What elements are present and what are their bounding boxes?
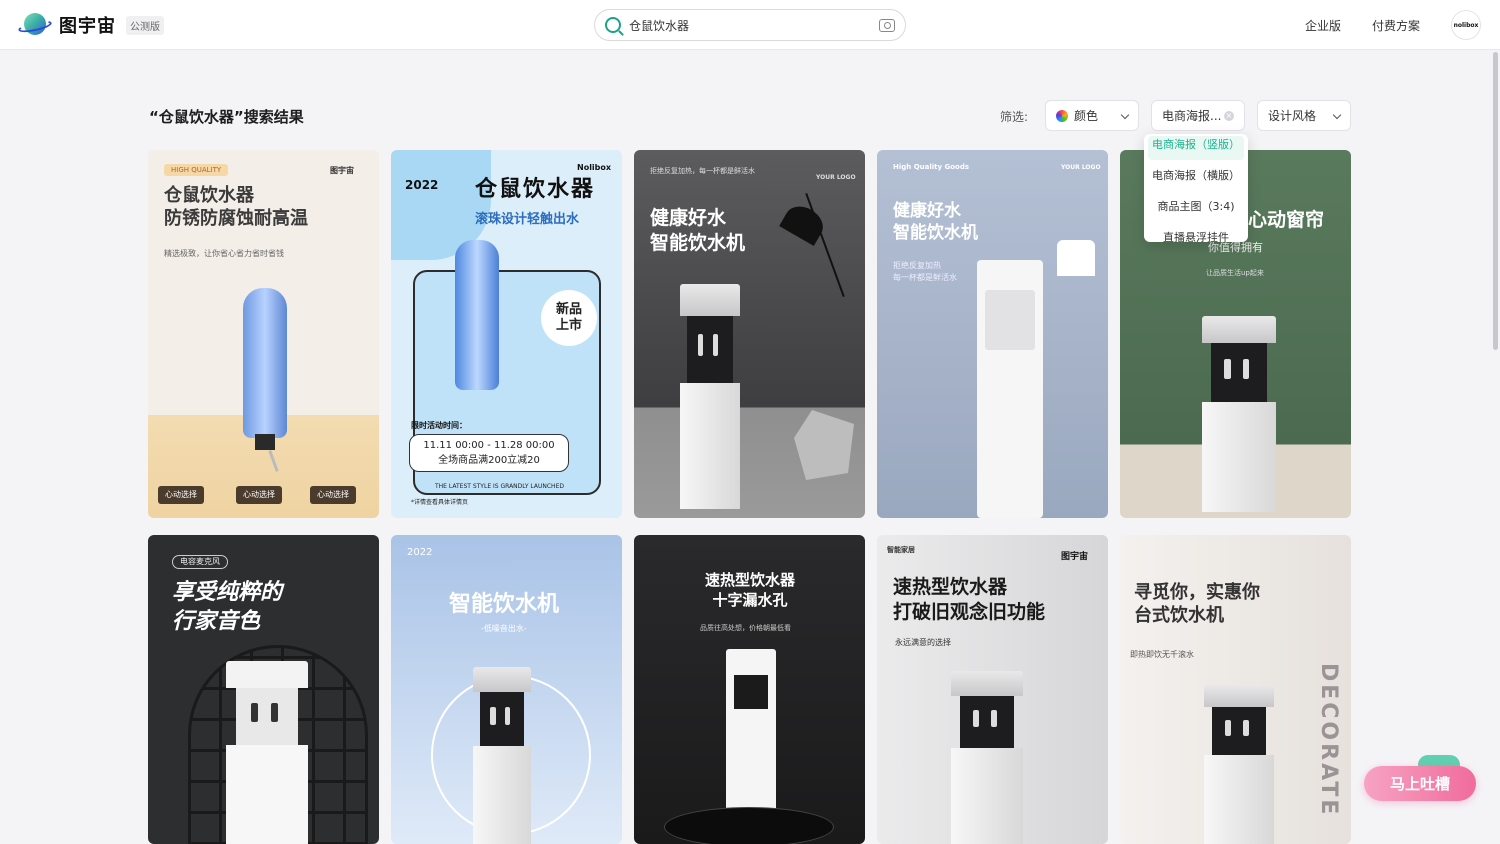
dropdown-option[interactable]: 电商海报（竖版） — [1148, 136, 1244, 160]
template-card[interactable]: 2022 智能饮水机 -低噪音出水- — [391, 535, 622, 844]
year-label: 2022 — [407, 547, 433, 558]
card-caption: 让品质生活up起来 — [1206, 269, 1264, 277]
stone-image — [794, 410, 854, 480]
activity-time: 11.11 00:00 - 11.28 00:00 全场商品满200立减20 — [409, 434, 569, 472]
year-badge: 2022 — [405, 178, 439, 192]
dispenser-image — [473, 667, 531, 844]
camera-icon[interactable] — [879, 18, 895, 32]
card-tagline: High Quality Goods — [893, 163, 970, 171]
template-card[interactable]: 2022 Nolibox 仓鼠饮水器 滚珠设计轻触出水 新品 上市 限时活动时间… — [391, 150, 622, 518]
feedback-button[interactable]: 马上吐槽 — [1364, 766, 1476, 801]
category-tag: 智能家居 — [887, 546, 915, 554]
template-card[interactable]: 电容麦克风 享受纯粹的 行家音色 — [148, 535, 379, 844]
template-card[interactable]: 拒绝反复加热，每一杯都是鲜活水 YOUR LOGO 健康好水 智能饮水机 — [634, 150, 865, 518]
search-bar[interactable]: 仓鼠饮水器 — [594, 9, 906, 41]
dispenser-image — [1202, 316, 1276, 512]
pill-button: 心动选择 — [236, 486, 282, 504]
planet-logo-icon — [17, 12, 53, 38]
card-title: 智能饮水机 — [449, 592, 560, 617]
clear-icon[interactable]: × — [1224, 111, 1234, 121]
dropdown-option[interactable]: 电商海报（横版） — [1144, 160, 1248, 191]
template-card[interactable]: HIGH QUALITY 图宇宙 仓鼠饮水器 防锈防腐蚀耐高温 精选极致，让你省… — [148, 150, 379, 518]
card-title: 速热型饮水器 打破旧观念旧功能 — [893, 576, 1046, 623]
template-card[interactable]: 智能家居 图宇宙 速热型饮水器 打破旧观念旧功能 永远满意的选择 — [877, 535, 1108, 844]
avatar[interactable]: nolibox — [1451, 10, 1481, 40]
beta-badge: 公测版 — [126, 15, 164, 35]
top-header: 图宇宙 公测版 仓鼠饮水器 企业版 付费方案 nolibox — [0, 0, 1500, 50]
template-card[interactable]: High Quality Goods YOUR LOGO 健康好水 智能饮水机 … — [877, 150, 1108, 518]
footer-text: THE LATEST STYLE IS GRANDLY LAUNCHED — [435, 483, 564, 490]
card-title: 速热型饮水器 十字漏水孔 — [704, 571, 795, 609]
type-filter-label: 电商海报... — [1162, 109, 1222, 123]
bottle-image — [455, 240, 499, 390]
category-tag: 电容麦克风 — [172, 555, 228, 569]
card-subtitle: 你值得拥有 — [1208, 241, 1263, 254]
pricing-link[interactable]: 付费方案 — [1372, 17, 1420, 34]
color-wheel-icon — [1056, 109, 1068, 122]
chevron-down-icon — [1332, 110, 1342, 120]
card-title: 健康好水 智能饮水机 — [650, 207, 746, 254]
dispenser-image — [226, 661, 308, 844]
style-filter[interactable]: 设计风格 — [1257, 100, 1351, 131]
dispenser-image — [1204, 685, 1274, 844]
type-filter[interactable]: 电商海报... × — [1151, 100, 1245, 131]
dispenser-image — [726, 649, 776, 815]
type-dropdown-menu: 电商海报（竖版） 电商海报（横版） 商品主图（3:4) 直播悬浮挂件 — [1144, 134, 1248, 242]
card-subtitle: 即热即饮无千滚水 — [1130, 650, 1194, 659]
quality-tag: HIGH QUALITY — [164, 164, 229, 176]
new-badge: 新品 上市 — [541, 290, 597, 346]
bottle-image — [243, 288, 287, 438]
brand-logo: Nolibox — [577, 163, 612, 172]
card-subtitle: 永远满意的选择 — [895, 638, 951, 647]
pendant-lamp — [1057, 240, 1095, 276]
pill-button: 心动选择 — [158, 486, 204, 504]
page-title: “仓鼠饮水器”搜索结果 — [149, 108, 304, 126]
card-subtitle: 品质往高处想，价格朝最低看 — [700, 624, 791, 632]
bottle-nozzle — [268, 450, 279, 472]
brand-logo: YOUR LOGO — [1061, 164, 1101, 171]
dropdown-option[interactable]: 直播悬浮挂件 — [1144, 222, 1248, 242]
card-title: 享受纯粹的 行家音色 — [172, 580, 283, 634]
chevron-down-icon — [1120, 110, 1130, 120]
card-tagline: 拒绝反复加热，每一杯都是鲜活水 — [650, 167, 755, 175]
card-title: 仓鼠饮水器 — [475, 177, 596, 202]
color-filter-label: 颜色 — [1074, 109, 1099, 123]
card-title: 寻觅你，实惠你 台式饮水机 — [1134, 582, 1260, 627]
pill-button: 心动选择 — [310, 486, 356, 504]
template-card[interactable]: 速热型饮水器 十字漏水孔 品质往高处想，价格朝最低看 — [634, 535, 865, 844]
card-title: 健康好水 智能饮水机 — [893, 201, 978, 244]
style-filter-label: 设计风格 — [1268, 109, 1317, 123]
search-icon[interactable] — [605, 17, 621, 33]
card-subtitle: 滚珠设计轻触出水 — [475, 212, 580, 227]
dispenser-panel — [734, 675, 768, 709]
card-subtitle: -低噪音出水- — [481, 624, 527, 633]
card-title: 仓鼠饮水器 防锈防腐蚀耐高温 — [164, 185, 308, 230]
dispenser-image — [951, 671, 1023, 844]
card-subtitle: 精选极致，让你省心省力省时省钱 — [164, 249, 284, 258]
footnote: *详情查看具体详情页 — [411, 499, 469, 506]
bottle-cap — [255, 434, 275, 450]
brand-logo: YOUR LOGO — [816, 174, 856, 181]
scrollbar[interactable] — [1493, 52, 1498, 350]
brand-logo: 图宇宙 — [330, 166, 354, 175]
enterprise-link[interactable]: 企业版 — [1305, 17, 1341, 34]
side-decor-text: DECORATE — [1316, 663, 1341, 818]
dispenser-panel — [985, 290, 1035, 350]
logo-text: 图宇宙 — [59, 16, 116, 37]
filter-label: 筛选: — [1000, 110, 1029, 124]
brand-logo: 图宇宙 — [1061, 552, 1089, 562]
logo[interactable]: 图宇宙 公测版 — [17, 12, 164, 38]
activity-label: 限时活动时间： — [411, 421, 467, 430]
search-input[interactable]: 仓鼠饮水器 — [629, 17, 879, 34]
card-title: 心动窗帘 — [1248, 209, 1325, 231]
card-subtitle: 拒绝反复加热 每一杯都是鲜活水 — [893, 261, 957, 282]
template-card[interactable]: 寻觅你，实惠你 台式饮水机 即热即饮无千滚水 DECORATE — [1120, 535, 1351, 844]
dropdown-option[interactable]: 商品主图（3:4) — [1144, 191, 1248, 222]
pedestal — [664, 807, 834, 844]
dispenser-image — [680, 284, 740, 509]
color-filter[interactable]: 颜色 — [1045, 100, 1139, 131]
